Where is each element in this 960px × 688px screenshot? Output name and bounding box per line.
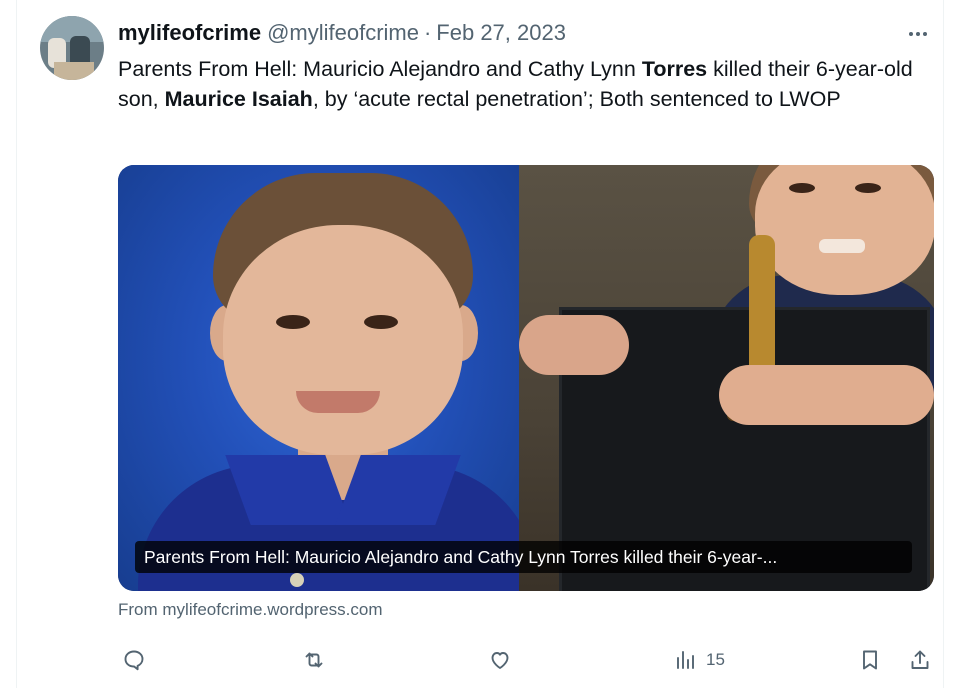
tweet-date[interactable]: Feb 27, 2023 [436,20,566,46]
more-dot [909,32,913,36]
trophy [749,235,775,385]
trophy-photo [519,165,934,591]
arm [519,315,629,375]
separator-dot: · [423,20,432,45]
tweet-text-part: , by ‘acute rectal penetration’; Both se… [312,87,841,111]
heart-icon [491,652,509,669]
card-source-link[interactable]: From mylifeofcrime.wordpress.com [118,600,383,620]
more-options-icon[interactable] [904,24,932,44]
reply-button[interactable] [122,645,146,675]
tweet-text: Parents From Hell: Mauricio Alejandro an… [118,54,936,114]
eye [276,315,310,329]
user-handle[interactable]: @mylifeofcrime [267,20,419,46]
tweet-text-part: Parents From Hell: Mauricio Alejandro an… [118,57,642,81]
tweet-text-bold-surname: Torres [641,57,708,81]
eye [789,183,815,193]
display-name[interactable]: mylifeofcrime [118,20,261,46]
share-button[interactable] [908,645,932,675]
mouth [819,239,865,253]
views-button[interactable]: 15 [674,645,725,675]
retweet-button[interactable] [302,645,326,675]
share-icon [911,650,929,669]
retweet-icon [305,652,323,668]
card-caption[interactable]: Parents From Hell: Mauricio Alejandro an… [135,541,912,573]
tweet-text-bold-name: Maurice Isaiah [164,87,313,111]
link-card-image[interactable] [118,165,934,591]
views-count: 15 [706,650,725,669]
avatar[interactable] [40,16,104,80]
face [223,225,463,455]
action-bar: 15 [118,645,934,675]
more-dot [916,32,920,36]
more-dot [923,32,927,36]
face [755,165,934,295]
bookmark-icon [863,650,877,670]
shirt-button [290,573,304,587]
bookmark-button[interactable] [858,645,882,675]
reply-icon [124,650,144,671]
eye [364,315,398,329]
like-button[interactable] [488,645,512,675]
portrait-photo [118,165,519,591]
avatar-figure-3 [54,62,94,80]
tweet-header: mylifeofcrime @mylifeofcrime · Feb 27, 2… [118,20,566,46]
arm [719,365,934,425]
views-icon [677,651,694,669]
eye [855,183,881,193]
mouth [296,391,380,413]
